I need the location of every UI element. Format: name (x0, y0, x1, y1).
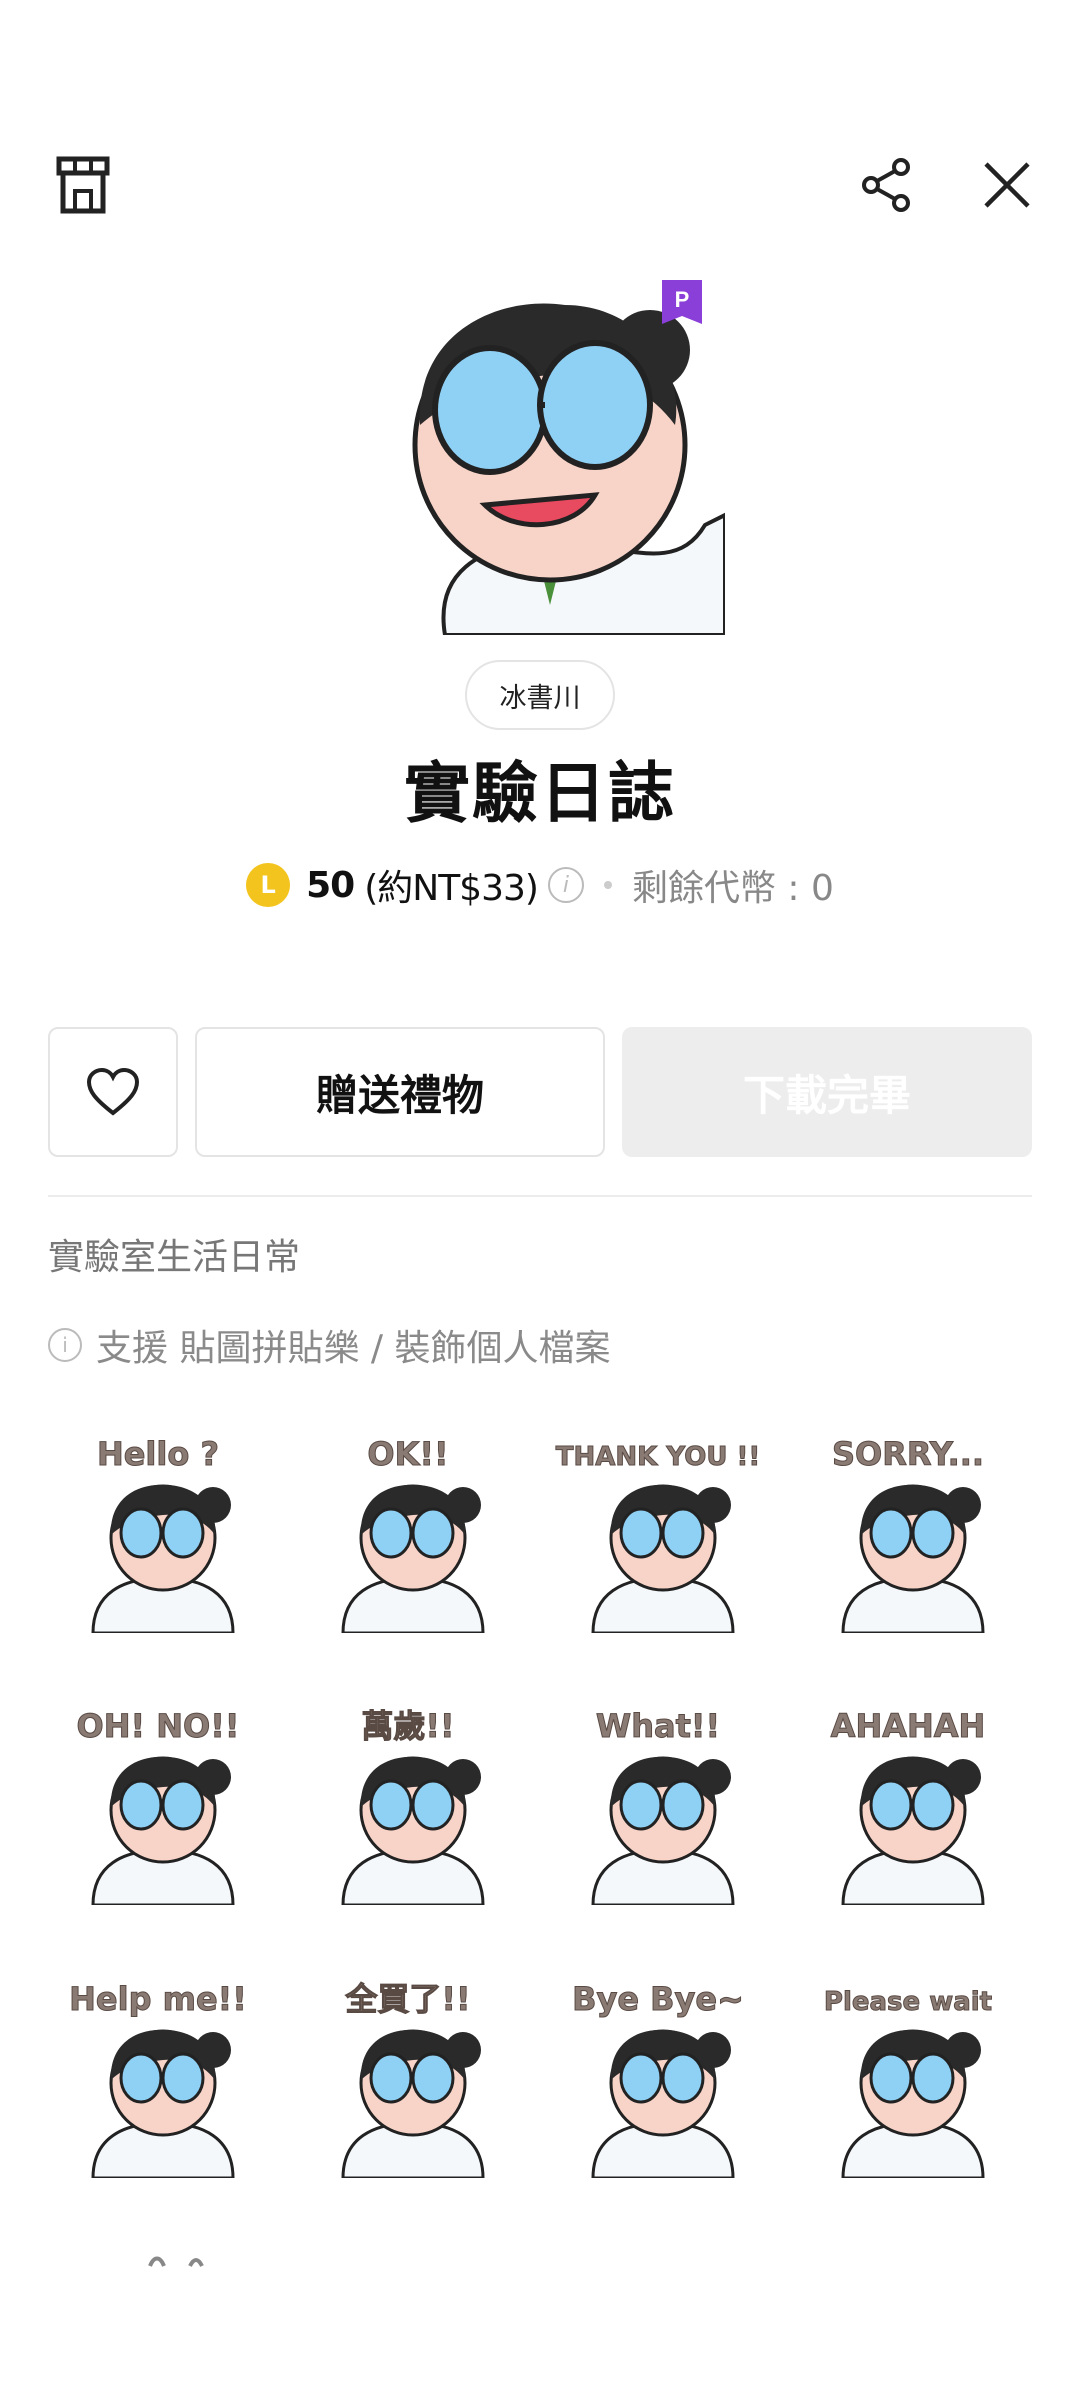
sticker-image: Bye Bye~ (572, 1980, 744, 2178)
sticker-item[interactable]: Please wait (798, 1963, 1018, 2183)
sticker-image: Please wait (823, 1987, 993, 2178)
sticker-image: OH! NO!! (76, 1707, 240, 1905)
close-button[interactable] (972, 150, 1042, 220)
close-icon (984, 162, 1030, 208)
sticker-item[interactable]: Bye Bye~ (548, 1963, 768, 2183)
download-complete-button: 下載完畢 (622, 1027, 1032, 1157)
action-buttons: 贈送禮物 下載完畢 (48, 1027, 1032, 1157)
sticker-item[interactable]: 萬歲!! (298, 1690, 518, 1910)
sticker-caption: SORRY... (832, 1435, 984, 1473)
author-link[interactable]: 冰書川 (465, 660, 615, 730)
sticker-caption: What!! (596, 1707, 720, 1745)
support-features: i 支援 貼圖拼貼樂 / 裝飾個人檔案 (48, 1320, 610, 1370)
favorite-button[interactable] (48, 1027, 178, 1157)
sticker-item[interactable]: OK!! (298, 1418, 518, 1638)
sticker-item[interactable]: AHAHAH (798, 1690, 1018, 1910)
partial-sticker (148, 2256, 204, 2267)
sticker-image: 全買了!! (341, 1980, 485, 2178)
sticker-caption: OH! NO!! (77, 1707, 240, 1745)
sticker-caption: THANK YOU !! (556, 1442, 760, 1472)
sticker-image: What!! (591, 1707, 735, 1905)
sticker-image: 萬歲!! (341, 1707, 485, 1905)
sticker-image: AHAHAH (830, 1707, 986, 1905)
sticker-caption: 萬歲!! (361, 1707, 454, 1745)
info-icon: i (48, 1328, 82, 1362)
remaining-coins: 剩餘代幣 : 0 (631, 868, 834, 909)
gift-button[interactable]: 贈送禮物 (195, 1027, 605, 1157)
top-bar (0, 150, 1080, 220)
sticker-item[interactable]: Help me!! (48, 1963, 268, 2183)
author-name: 冰書川 (499, 682, 581, 714)
sticker-item[interactable]: THANK YOU !! (548, 1418, 768, 1638)
sticker-item[interactable]: OH! NO!! (48, 1690, 268, 1910)
price-info-icon[interactable]: i (547, 867, 584, 903)
sticker-image: SORRY... (831, 1435, 985, 1633)
sticker-caption: OK!! (367, 1435, 448, 1473)
svg-text:P: P (675, 287, 690, 312)
separator-dot (603, 881, 612, 889)
sticker-title: 實驗日誌 (404, 755, 676, 832)
sticker-caption: AHAHAH (831, 1707, 986, 1745)
sticker-item[interactable]: SORRY... (798, 1418, 1018, 1638)
sticker-image: Hello ? (91, 1435, 235, 1633)
divider (48, 1195, 1032, 1197)
sticker-main-image (412, 303, 725, 635)
sticker-caption: Help me!! (69, 1980, 247, 2018)
sticker-image: Help me!! (69, 1980, 247, 2178)
sticker-description: 實驗室生活日常 (48, 1237, 301, 1278)
price-approx: (約NT$33) (364, 868, 539, 909)
line-coin-icon: L (246, 863, 291, 907)
price-row: L 50 (約NT$33) i 剩餘代幣 : 0 (0, 858, 1080, 912)
heart-icon (86, 1067, 140, 1116)
support-text: 支援 貼圖拼貼樂 / 裝飾個人檔案 (96, 1328, 611, 1369)
share-icon (862, 158, 910, 212)
sticker-image: OK!! (341, 1435, 485, 1633)
sticker-caption: 全買了!! (344, 1980, 470, 2018)
price-coins: 50 (306, 864, 355, 906)
sticker-item[interactable]: Hello ? (48, 1418, 268, 1638)
sticker-image: THANK YOU !! (555, 1442, 761, 1633)
sticker-item[interactable]: 全買了!! (298, 1963, 518, 2183)
share-button[interactable] (852, 150, 922, 220)
shop-icon (56, 156, 110, 214)
shop-button[interactable] (48, 150, 118, 220)
sticker-caption: Hello ? (97, 1435, 219, 1473)
sticker-caption: Please wait (824, 1987, 992, 2017)
sticker-item[interactable]: What!! (548, 1690, 768, 1910)
premium-badge-icon: P (662, 280, 702, 324)
sticker-caption: Bye Bye~ (572, 1980, 744, 2018)
